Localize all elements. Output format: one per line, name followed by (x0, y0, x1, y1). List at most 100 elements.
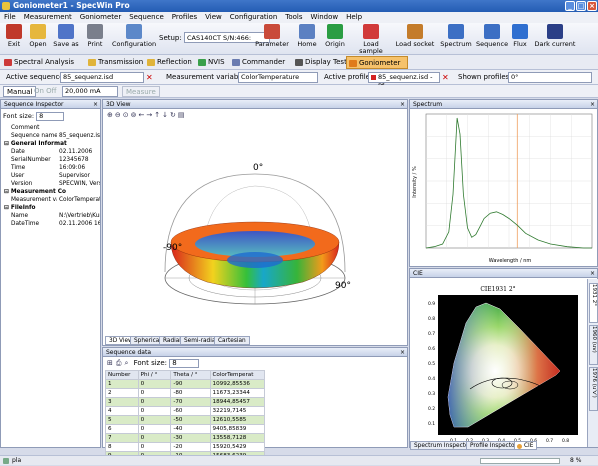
configuration-button[interactable]: Configuration (112, 24, 156, 48)
spectrum-button[interactable]: Spectrum (440, 24, 472, 48)
column-header-phi[interactable]: Phi / ° (138, 370, 172, 380)
tab-commander[interactable]: Commander (230, 56, 288, 69)
column-header-theta[interactable]: Theta / ° (170, 370, 211, 380)
table-tools-icon[interactable]: ⊞⎙⌕ (107, 359, 131, 367)
zoom-reset-icon[interactable]: ⊚ (131, 111, 139, 119)
menu-tools[interactable]: Tools (281, 12, 306, 23)
menu-configuration[interactable]: Configuration (226, 12, 281, 23)
inspector-group[interactable]: ⊟ Measurement Co (1, 188, 100, 196)
tab-cie[interactable]: CIE (514, 441, 538, 450)
menu-view[interactable]: View (201, 12, 226, 23)
view3d-pane: 3D View × ⊕⊖⊙⊚←→↑↓↻▤ 0° -90° 90° 3D View … (102, 99, 408, 346)
menu-window[interactable]: Window (307, 12, 343, 23)
measure-button[interactable]: Measure (122, 86, 160, 97)
close-icon[interactable]: × (590, 269, 595, 278)
close-icon[interactable]: × (400, 100, 405, 109)
save-as-button[interactable]: Save as (51, 24, 81, 48)
clear-sequence-icon[interactable]: ✕ (146, 70, 153, 85)
tab-nvis[interactable]: NVIS (196, 56, 228, 69)
goniometer-3d-plot[interactable]: 0° -90° 90° (103, 122, 407, 334)
manual-toggle[interactable]: Manual (3, 86, 37, 97)
column-header-number[interactable]: Number (105, 370, 139, 380)
tab-cartesian[interactable]: Cartesian (214, 336, 250, 345)
close-icon[interactable]: × (400, 348, 405, 357)
on-off-toggle[interactable]: On Off (34, 85, 57, 98)
home-button[interactable]: Home (294, 24, 320, 48)
spectrum-chart[interactable]: Intensity / % Wavelength / nm (410, 110, 598, 266)
minimize-button[interactable]: _ (565, 1, 575, 11)
tab-cie-1960[interactable]: 1960 (uv) (589, 325, 598, 365)
menu-measurement[interactable]: Measurement (20, 12, 76, 23)
table-row[interactable]: 8 0 -20 15920,5429 (105, 442, 266, 452)
menu-goniometer[interactable]: Goniometer (76, 12, 125, 23)
load-socket-button[interactable]: Load socket (394, 24, 436, 48)
table-cell: 6 (105, 424, 139, 434)
table-row[interactable]: 4 0 -60 32219,7145 (105, 406, 266, 416)
column-header-colortemperature[interactable]: ColorTemperat (210, 370, 266, 380)
table-row[interactable]: 6 0 -40 9405,85839 (105, 424, 266, 434)
seqdata-font-size-select[interactable]: 8 (169, 359, 200, 368)
palette-icon[interactable]: ▤ (178, 111, 187, 119)
table-row[interactable]: 2 0 -80 11673,23344 (105, 388, 266, 398)
table-row[interactable]: 3 0 -70 18944,85457 (105, 397, 266, 407)
tab-cie-1931[interactable]: 1931 2° (589, 283, 598, 323)
table-row[interactable]: 5 0 -50 12610,5585 (105, 415, 266, 425)
tab-transmission[interactable]: Transmission (86, 56, 146, 69)
inspector-row[interactable]: Comment (1, 124, 100, 132)
close-button[interactable]: × (587, 1, 597, 11)
current-input[interactable]: 20,000 mA (62, 86, 118, 97)
zoom-out-icon[interactable]: ⊖ (115, 111, 123, 119)
shown-profiles-select[interactable]: 0° (508, 72, 592, 83)
sequence-button[interactable]: Sequence (476, 24, 508, 48)
inspector-group[interactable]: ⊟ General Informat (1, 140, 100, 148)
exit-button[interactable]: Exit (3, 24, 25, 48)
close-icon[interactable]: × (93, 100, 98, 109)
clear-profile-icon[interactable]: ✕ (442, 70, 449, 85)
parameter-button[interactable]: Parameter (254, 24, 290, 48)
rotate-icon[interactable]: ↻ (170, 111, 178, 119)
inspector-row[interactable]: Version SPECWIN, Version (1, 180, 100, 188)
inspector-group[interactable]: ⊟ FileInfo (1, 204, 100, 212)
tab-goniometer[interactable]: Goniometer (346, 56, 408, 69)
tab-cie-1976[interactable]: 1976 (u'v') (589, 367, 598, 411)
table-row[interactable]: 7 0 -30 13558,7128 (105, 433, 266, 443)
maximize-button[interactable]: □ (576, 1, 586, 11)
flux-button[interactable]: Flux (511, 24, 529, 48)
inspector-row[interactable]: Sequence name 85_sequenz.isd (1, 132, 100, 140)
close-icon[interactable]: × (590, 100, 595, 109)
print-button[interactable]: Print (83, 24, 107, 48)
tab-profile-inspector[interactable]: Profile Inspector (466, 441, 521, 450)
table-cell: 10992,85536 (210, 379, 266, 389)
table-row[interactable]: 1 0 -90 10992,85536 (105, 379, 266, 389)
menu-sequence[interactable]: Sequence (125, 12, 168, 23)
open-button[interactable]: Open (27, 24, 49, 48)
zoom-in-icon[interactable]: ⊕ (107, 111, 115, 119)
active-sequence-select[interactable]: 85_sequenz.isd (60, 72, 144, 83)
origin-button[interactable]: Origin (322, 24, 348, 48)
menu-profiles[interactable]: Profiles (168, 12, 201, 23)
dark-current-button[interactable]: Dark current (533, 24, 577, 48)
inspector-row[interactable]: Time 16:09:06 (1, 164, 100, 172)
tab-spectral-analysis[interactable]: Spectral Analysis (2, 56, 77, 69)
tab-reflection[interactable]: Reflection (145, 56, 195, 69)
font-size-select[interactable]: 8 (36, 112, 65, 121)
tab-display-test[interactable]: Display Test (293, 56, 350, 69)
measurement-variable-select[interactable]: ColorTemperature (238, 72, 318, 83)
inspector-row[interactable]: User Supervisor (1, 172, 100, 180)
inspector-row[interactable]: DateTime 02.11.2006 16:09 (1, 220, 100, 228)
spectrum-xlabel: Wavelength / nm (489, 258, 532, 264)
load-sample-button[interactable]: Load sample (351, 24, 391, 55)
inspector-row[interactable]: Date 02.11.2006 (1, 148, 100, 156)
inspector-row[interactable]: Measurement varColorTemperature (1, 196, 100, 204)
inspector-row[interactable]: SerialNumber 12345678 (1, 156, 100, 164)
active-profile-select[interactable]: 85_sequenz.isd - Pf (368, 72, 440, 90)
progress-bar (480, 458, 560, 464)
zoom-fit-icon[interactable]: ⊙ (123, 111, 131, 119)
arrow-up-icon[interactable]: ↑ (154, 111, 162, 119)
table-cell: -60 (170, 406, 211, 416)
menu-help[interactable]: Help (342, 12, 366, 23)
inspector-row[interactable]: Name N:\Vertrieb\Kunden (1, 212, 100, 220)
arrow-down-icon[interactable]: ↓ (162, 111, 170, 119)
menu-file[interactable]: File (0, 12, 20, 23)
cie-chart[interactable]: CIE1931 2° 0.9 0.8 0.7 0.6 0.5 0.4 0.3 0… (410, 279, 586, 447)
